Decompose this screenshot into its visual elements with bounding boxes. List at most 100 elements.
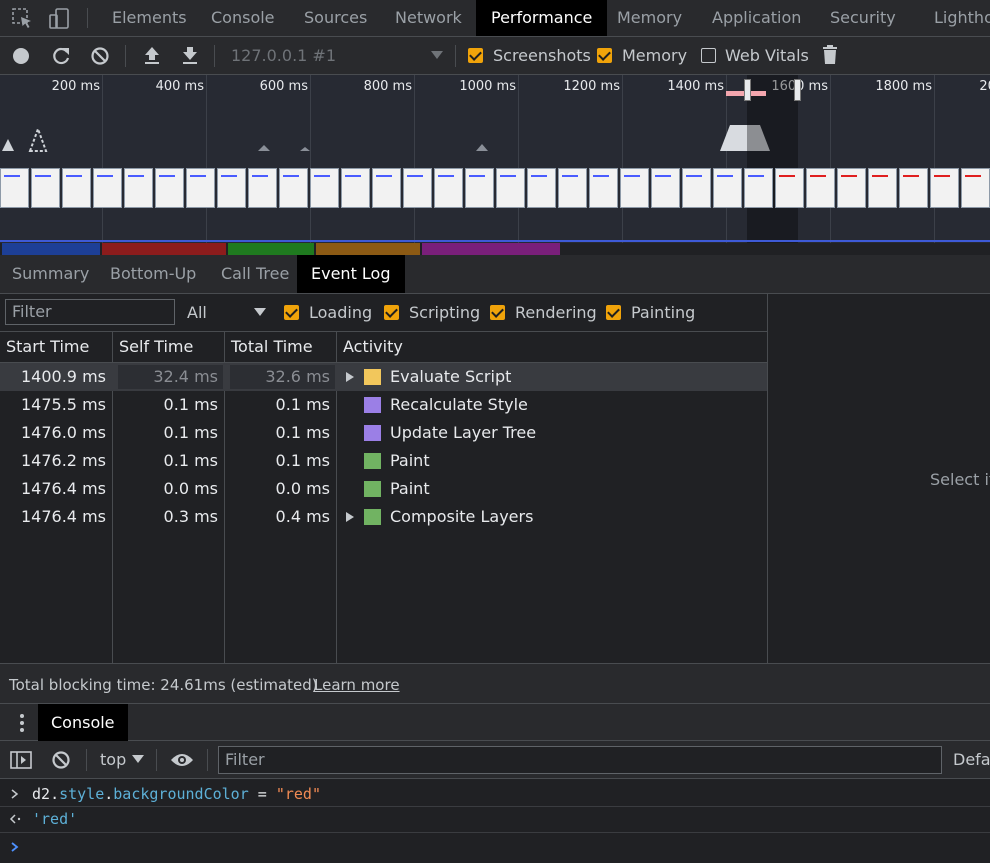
category-select[interactable]: All bbox=[187, 303, 207, 322]
table-row[interactable]: 1400.9 ms 32.4 ms 32.6 ms Evaluate Script bbox=[0, 363, 767, 391]
tab-security[interactable]: Security bbox=[815, 0, 911, 36]
clear-console-icon[interactable] bbox=[51, 750, 71, 770]
screenshot-thumbnail[interactable] bbox=[713, 168, 742, 208]
table-row[interactable]: 1476.4 ms 0.3 ms 0.4 ms Composite Layers bbox=[0, 503, 767, 531]
screenshot-thumbnail[interactable] bbox=[961, 168, 990, 208]
screenshot-thumbnail[interactable] bbox=[93, 168, 122, 208]
screenshot-thumbnail[interactable] bbox=[558, 168, 587, 208]
more-tools-icon[interactable] bbox=[18, 713, 26, 733]
loading-label: Loading bbox=[309, 303, 373, 322]
screenshot-thumbnail[interactable] bbox=[651, 168, 680, 208]
start-time-cell: 1476.4 ms bbox=[21, 507, 106, 526]
screenshot-thumbnail[interactable] bbox=[682, 168, 711, 208]
screenshot-thumbnail[interactable] bbox=[434, 168, 463, 208]
log-levels-select[interactable]: Defa bbox=[953, 750, 990, 769]
clear-icon[interactable] bbox=[90, 46, 110, 66]
screenshot-thumbnail[interactable] bbox=[155, 168, 184, 208]
rendering-checkbox[interactable] bbox=[490, 305, 505, 320]
details-tab-bar: Summary Bottom-Up Call Tree Event Log bbox=[0, 255, 990, 294]
filter-input[interactable]: Filter bbox=[5, 299, 175, 325]
tab-event-log[interactable]: Event Log bbox=[297, 255, 405, 293]
tab-console[interactable]: Console bbox=[196, 0, 290, 36]
expand-arrow-icon[interactable] bbox=[346, 372, 354, 382]
screenshot-thumbnail[interactable] bbox=[248, 168, 277, 208]
download-icon[interactable] bbox=[180, 45, 200, 65]
memory-line bbox=[0, 240, 990, 242]
screenshots-checkbox[interactable] bbox=[468, 48, 483, 63]
grid-line bbox=[726, 75, 727, 243]
timeline-overview[interactable]: 200 ms 400 ms 600 ms 800 ms 1000 ms 1200 ms 14… bbox=[0, 75, 990, 255]
screenshot-thumbnail[interactable] bbox=[744, 168, 773, 208]
console-filter-input[interactable]: Filter bbox=[218, 746, 942, 774]
screenshot-thumbnail[interactable] bbox=[62, 168, 91, 208]
sidebar-toggle-icon[interactable] bbox=[10, 751, 32, 769]
divider bbox=[214, 45, 215, 67]
column-header-self-time[interactable]: Self Time bbox=[119, 332, 193, 362]
tab-application[interactable]: Application bbox=[697, 0, 816, 36]
context-select[interactable]: top bbox=[100, 750, 126, 769]
table-row[interactable]: 1476.0 ms 0.1 ms 0.1 ms Update Layer Tree bbox=[0, 419, 767, 447]
screenshot-thumbnail[interactable] bbox=[372, 168, 401, 208]
tab-memory[interactable]: Memory bbox=[602, 0, 697, 36]
screenshot-thumbnail[interactable] bbox=[124, 168, 153, 208]
device-toolbar-icon[interactable] bbox=[48, 8, 70, 30]
screenshot-thumbnail[interactable] bbox=[279, 168, 308, 208]
screenshot-thumbnail[interactable] bbox=[186, 168, 215, 208]
tab-performance[interactable]: Performance bbox=[476, 0, 608, 36]
table-row[interactable]: 1476.4 ms 0.0 ms 0.0 ms Paint bbox=[0, 475, 767, 503]
trash-icon[interactable] bbox=[821, 45, 839, 65]
tab-summary[interactable]: Summary bbox=[0, 255, 101, 293]
inspect-element-icon[interactable] bbox=[12, 8, 34, 30]
screenshot-thumbnail[interactable] bbox=[310, 168, 339, 208]
record-icon[interactable] bbox=[12, 47, 30, 65]
screenshot-thumbnail[interactable] bbox=[868, 168, 897, 208]
learn-more-link[interactable]: Learn more bbox=[314, 676, 400, 694]
upload-icon[interactable] bbox=[142, 45, 162, 65]
screenshot-thumbnail[interactable] bbox=[0, 168, 29, 208]
web-vitals-checkbox[interactable] bbox=[701, 48, 716, 63]
tab-sources[interactable]: Sources bbox=[289, 0, 382, 36]
loading-checkbox[interactable] bbox=[284, 305, 299, 320]
selection-left-handle[interactable] bbox=[744, 79, 751, 101]
target-select[interactable]: 127.0.0.1 #1 bbox=[231, 46, 336, 65]
screenshot-thumbnail[interactable] bbox=[620, 168, 649, 208]
screenshot-thumbnail[interactable] bbox=[217, 168, 246, 208]
painting-checkbox[interactable] bbox=[606, 305, 621, 320]
screenshot-thumbnail[interactable] bbox=[403, 168, 432, 208]
column-header-start-time[interactable]: Start Time bbox=[6, 332, 89, 362]
column-header-activity[interactable]: Activity bbox=[343, 332, 403, 362]
selection-window[interactable] bbox=[747, 75, 798, 243]
selection-right-handle[interactable] bbox=[794, 79, 801, 101]
screenshot-thumbnail[interactable] bbox=[496, 168, 525, 208]
table-row[interactable]: 1475.5 ms 0.1 ms 0.1 ms Recalculate Style bbox=[0, 391, 767, 419]
grid-line bbox=[310, 75, 311, 243]
screenshot-thumbnail[interactable] bbox=[899, 168, 928, 208]
screenshot-thumbnail[interactable] bbox=[806, 168, 835, 208]
tab-call-tree[interactable]: Call Tree bbox=[209, 255, 301, 293]
table-row[interactable]: 1476.2 ms 0.1 ms 0.1 ms Paint bbox=[0, 447, 767, 475]
screenshot-thumbnail[interactable] bbox=[527, 168, 556, 208]
screenshot-thumbnail[interactable] bbox=[589, 168, 618, 208]
screenshot-thumbnail[interactable] bbox=[930, 168, 959, 208]
column-header-total-time[interactable]: Total Time bbox=[231, 332, 313, 362]
category-swatch bbox=[364, 509, 381, 525]
scripting-checkbox[interactable] bbox=[384, 305, 399, 320]
grid-line bbox=[934, 75, 935, 243]
screenshot-thumbnail[interactable] bbox=[837, 168, 866, 208]
eye-icon[interactable] bbox=[170, 752, 194, 768]
drawer-tab-console[interactable]: Console bbox=[38, 704, 128, 741]
reload-icon[interactable] bbox=[51, 46, 71, 66]
tab-lighthouse[interactable]: Lighthouse bbox=[919, 0, 990, 36]
tab-bottom-up[interactable]: Bottom-Up bbox=[98, 255, 208, 293]
drawer-tab-bar: Console bbox=[0, 703, 990, 741]
tab-elements[interactable]: Elements bbox=[97, 0, 202, 36]
console-prompt-icon[interactable] bbox=[10, 841, 20, 853]
memory-checkbox[interactable] bbox=[597, 48, 612, 63]
screenshot-thumbnail[interactable] bbox=[775, 168, 804, 208]
screenshot-thumbnail[interactable] bbox=[341, 168, 370, 208]
expand-arrow-icon[interactable] bbox=[346, 512, 354, 522]
tab-network[interactable]: Network bbox=[380, 0, 477, 36]
screenshot-thumbnail[interactable] bbox=[465, 168, 494, 208]
category-swatch bbox=[364, 369, 381, 385]
screenshot-thumbnail[interactable] bbox=[31, 168, 60, 208]
